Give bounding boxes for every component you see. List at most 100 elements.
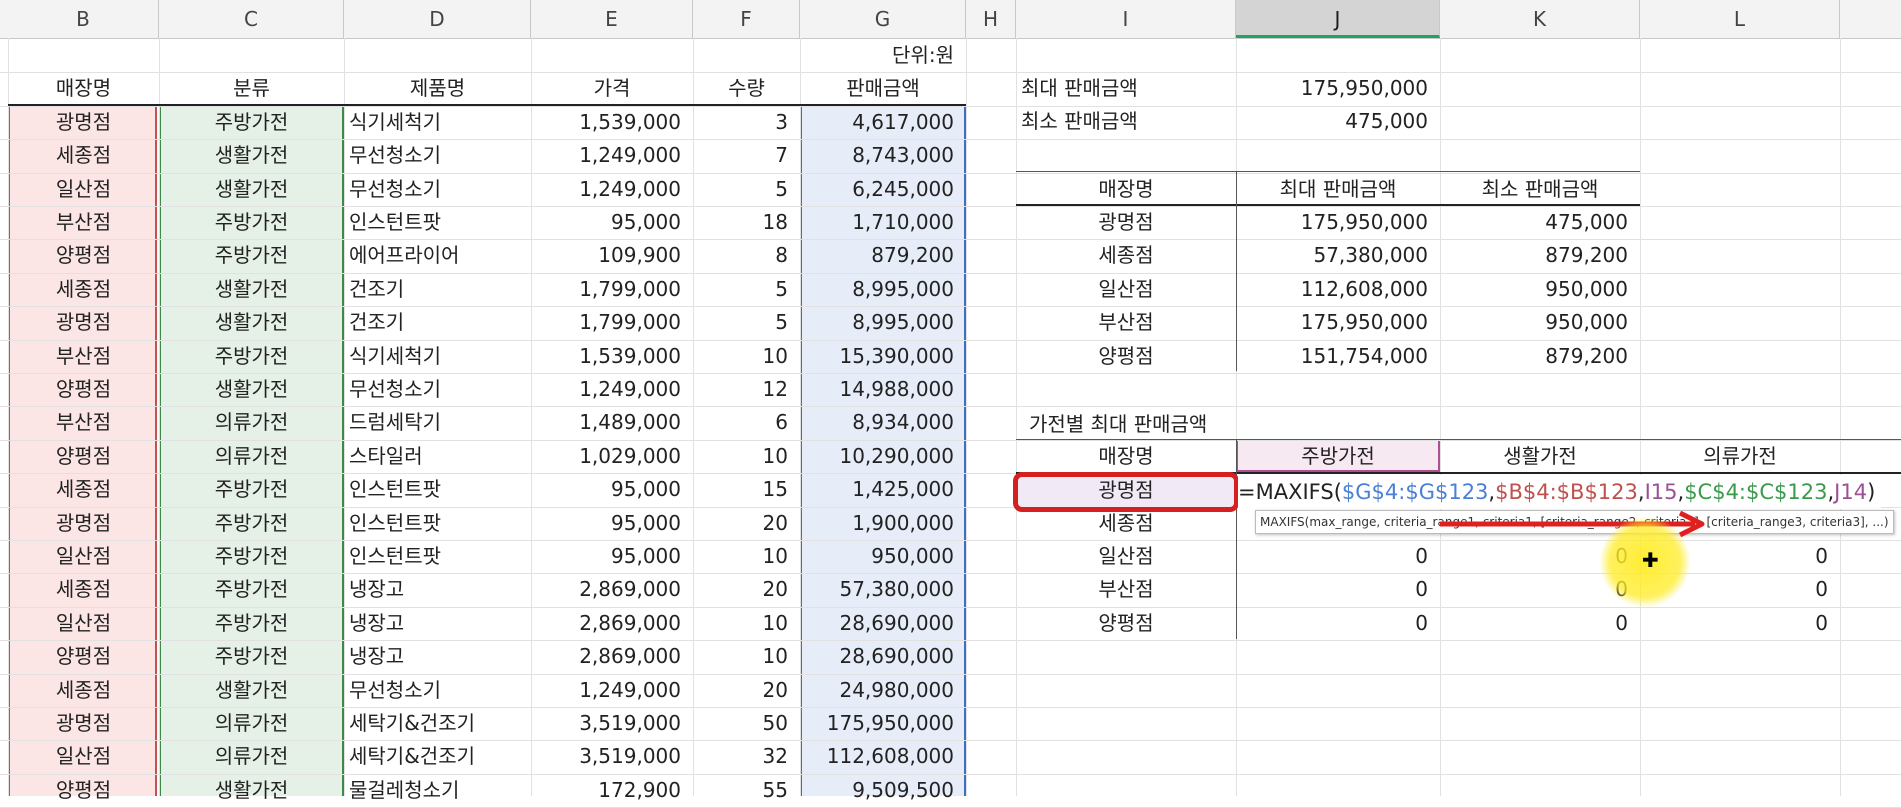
table-cell[interactable]: 8,995,000 xyxy=(800,306,966,339)
table-cell[interactable]: 무선청소기 xyxy=(344,674,531,707)
store-table-cell[interactable]: 950,000 xyxy=(1440,273,1640,306)
table-cell[interactable]: 일산점 xyxy=(8,173,159,206)
table-cell[interactable]: 식기세척기 xyxy=(344,340,531,373)
table-cell[interactable]: 세종점 xyxy=(8,674,159,707)
table-cell[interactable]: 양평점 xyxy=(8,239,159,272)
column-header-k[interactable]: K xyxy=(1440,0,1640,38)
table-cell[interactable]: 4,617,000 xyxy=(800,106,966,139)
table-cell[interactable]: 생활가전 xyxy=(159,273,344,306)
column-header-f[interactable]: F xyxy=(693,0,800,38)
table-cell[interactable]: 세종점 xyxy=(8,473,159,506)
store-table-cell[interactable]: 950,000 xyxy=(1440,306,1640,339)
table-cell[interactable]: 주방가전 xyxy=(159,473,344,506)
table-cell[interactable]: 3,519,000 xyxy=(531,707,693,740)
table-cell[interactable]: 8,743,000 xyxy=(800,139,966,172)
store-table-cell[interactable]: 세종점 xyxy=(1016,239,1236,272)
table-cell[interactable]: 7 xyxy=(693,139,800,172)
table-cell[interactable]: 20 xyxy=(693,674,800,707)
table-cell[interactable]: 광명점 xyxy=(8,306,159,339)
table-cell[interactable]: 무선청소기 xyxy=(344,139,531,172)
table-cell[interactable]: 95,000 xyxy=(531,206,693,239)
table-cell[interactable]: 식기세척기 xyxy=(344,106,531,139)
table-cell[interactable]: 10 xyxy=(693,607,800,640)
column-header-l[interactable]: L xyxy=(1640,0,1840,38)
table-cell[interactable]: 20 xyxy=(693,573,800,606)
table-cell[interactable]: 부산점 xyxy=(8,340,159,373)
table-cell[interactable]: 5 xyxy=(693,173,800,206)
table-cell[interactable]: 일산점 xyxy=(8,740,159,773)
table-cell[interactable]: 주방가전 xyxy=(159,340,344,373)
table-cell[interactable]: 세종점 xyxy=(8,139,159,172)
table-cell[interactable]: 6 xyxy=(693,406,800,439)
table-cell[interactable]: 인스턴트팟 xyxy=(344,206,531,239)
table-cell[interactable]: 에어프라이어 xyxy=(344,239,531,272)
table-cell[interactable]: 의류가전 xyxy=(159,406,344,439)
table-cell[interactable]: 냉장고 xyxy=(344,607,531,640)
formula-edit[interactable]: =MAXIFS($G$4:$G$123,$B$4:$B$123,I15,$C$4… xyxy=(1238,475,1882,509)
table-cell[interactable]: 57,380,000 xyxy=(800,573,966,606)
category-table-cell[interactable]: 0 xyxy=(1440,607,1640,640)
column-header-i[interactable]: I xyxy=(1016,0,1236,38)
store-table-cell[interactable]: 57,380,000 xyxy=(1236,239,1440,272)
column-header-d[interactable]: D xyxy=(344,0,531,38)
table-cell[interactable]: 생활가전 xyxy=(159,306,344,339)
table-cell[interactable]: 주방가전 xyxy=(159,106,344,139)
table-cell[interactable]: 24,980,000 xyxy=(800,674,966,707)
table-cell[interactable]: 12 xyxy=(693,373,800,406)
table-cell[interactable]: 3 xyxy=(693,106,800,139)
table-cell[interactable]: 1,539,000 xyxy=(531,106,693,139)
table-cell[interactable]: 물걸레청소기 xyxy=(344,774,531,807)
table-cell[interactable]: 95,000 xyxy=(531,540,693,573)
table-cell[interactable]: 주방가전 xyxy=(159,573,344,606)
table-cell[interactable]: 2,869,000 xyxy=(531,573,693,606)
table-cell[interactable]: 50 xyxy=(693,707,800,740)
column-header-e[interactable]: E xyxy=(531,0,693,38)
table-cell[interactable]: 의류가전 xyxy=(159,707,344,740)
table-cell[interactable]: 2,869,000 xyxy=(531,607,693,640)
table-cell[interactable]: 의류가전 xyxy=(159,440,344,473)
store-table-cell[interactable]: 879,200 xyxy=(1440,340,1640,373)
category-table-cell[interactable]: 0 xyxy=(1236,573,1440,606)
table-cell[interactable]: 드럼세탁기 xyxy=(344,406,531,439)
table-cell[interactable]: 879,200 xyxy=(800,239,966,272)
table-cell[interactable]: 28,690,000 xyxy=(800,640,966,673)
store-table-cell[interactable]: 양평점 xyxy=(1016,340,1236,373)
store-table-cell[interactable]: 일산점 xyxy=(1016,273,1236,306)
table-cell[interactable]: 2,869,000 xyxy=(531,640,693,673)
table-cell[interactable]: 일산점 xyxy=(8,607,159,640)
table-cell[interactable]: 세종점 xyxy=(8,273,159,306)
table-cell[interactable]: 1,710,000 xyxy=(800,206,966,239)
store-table-cell[interactable]: 879,200 xyxy=(1440,239,1640,272)
table-cell[interactable]: 주방가전 xyxy=(159,607,344,640)
table-cell[interactable]: 양평점 xyxy=(8,373,159,406)
table-cell[interactable]: 1,489,000 xyxy=(531,406,693,439)
table-cell[interactable]: 15 xyxy=(693,473,800,506)
table-cell[interactable]: 주방가전 xyxy=(159,507,344,540)
table-cell[interactable]: 172,900 xyxy=(531,774,693,807)
store-table-cell[interactable]: 광명점 xyxy=(1016,206,1236,239)
table-cell[interactable]: 주방가전 xyxy=(159,640,344,673)
table-cell[interactable]: 인스턴트팟 xyxy=(344,507,531,540)
table-cell[interactable]: 일산점 xyxy=(8,540,159,573)
table-cell[interactable]: 112,608,000 xyxy=(800,740,966,773)
table-cell[interactable]: 1,029,000 xyxy=(531,440,693,473)
table-cell[interactable]: 28,690,000 xyxy=(800,607,966,640)
table-cell[interactable]: 14,988,000 xyxy=(800,373,966,406)
table-cell[interactable]: 8,934,000 xyxy=(800,406,966,439)
table-cell[interactable]: 95,000 xyxy=(531,507,693,540)
table-cell[interactable]: 양평점 xyxy=(8,774,159,807)
table-cell[interactable]: 1,799,000 xyxy=(531,306,693,339)
min-sales-value[interactable]: 475,000 xyxy=(1236,105,1440,138)
table-cell[interactable]: 광명점 xyxy=(8,507,159,540)
table-cell[interactable]: 생활가전 xyxy=(159,173,344,206)
table-cell[interactable]: 5 xyxy=(693,306,800,339)
table-cell[interactable]: 109,900 xyxy=(531,239,693,272)
table-cell[interactable]: 8,995,000 xyxy=(800,273,966,306)
table-cell[interactable]: 인스턴트팟 xyxy=(344,540,531,573)
table-cell[interactable]: 55 xyxy=(693,774,800,807)
table-cell[interactable]: 생활가전 xyxy=(159,774,344,807)
table-cell[interactable]: 건조기 xyxy=(344,306,531,339)
table-cell[interactable]: 1,249,000 xyxy=(531,139,693,172)
table-cell[interactable]: 주방가전 xyxy=(159,239,344,272)
table-cell[interactable]: 95,000 xyxy=(531,473,693,506)
